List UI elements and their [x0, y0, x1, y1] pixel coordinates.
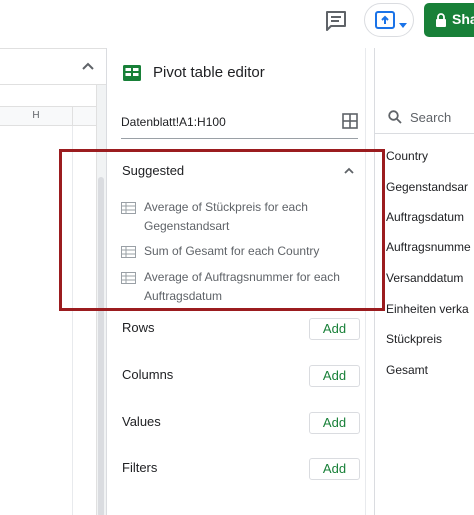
present-icon — [375, 11, 395, 29]
rows-section: Rows Add — [122, 318, 360, 340]
present-button[interactable] — [364, 3, 414, 37]
field-search — [375, 100, 474, 134]
field-item[interactable]: Gesamt — [386, 363, 428, 377]
chevron-down-icon — [399, 17, 407, 28]
field-item[interactable]: Country — [386, 149, 428, 163]
add-rows-button[interactable]: Add — [309, 318, 360, 340]
comment-icon[interactable] — [322, 8, 350, 32]
search-icon — [388, 110, 402, 124]
field-item[interactable]: Auftragsdatum — [386, 210, 464, 224]
highlight-box — [59, 149, 385, 311]
field-item[interactable]: Einheiten verka — [386, 302, 469, 316]
columns-label: Columns — [122, 367, 174, 382]
column-header-h[interactable]: H — [0, 110, 72, 121]
field-list-panel: Country Gegenstandsar Auftragsdatum Auft… — [374, 48, 474, 515]
add-filters-button[interactable]: Add — [309, 458, 360, 480]
data-range-field[interactable]: Datenblatt!A1:H100 — [121, 113, 358, 139]
add-values-button[interactable]: Add — [309, 412, 360, 434]
rows-label: Rows — [122, 320, 155, 335]
field-item[interactable]: Versanddatum — [386, 271, 463, 285]
editor-title: Pivot table editor — [153, 64, 265, 81]
add-columns-button[interactable]: Add — [309, 365, 360, 387]
filters-section: Filters Add — [122, 458, 360, 480]
lock-icon — [434, 13, 448, 27]
data-range-value: Datenblatt!A1:H100 — [121, 115, 226, 129]
field-item[interactable]: Gegenstandsar — [386, 180, 468, 194]
filters-label: Filters — [122, 460, 158, 475]
field-item[interactable]: Auftragsnumme — [386, 240, 471, 254]
column-header-row: H — [0, 106, 96, 127]
search-input[interactable] — [410, 106, 474, 128]
select-range-icon[interactable] — [342, 113, 358, 129]
values-label: Values — [122, 414, 161, 429]
columns-section: Columns Add — [122, 365, 360, 387]
field-item[interactable]: Stückpreis — [386, 332, 442, 346]
top-bar: Sha — [0, 0, 474, 48]
column-separator — [72, 107, 73, 127]
collapse-toolbar-icon[interactable] — [79, 58, 97, 76]
sheets-table-icon — [123, 65, 141, 81]
share-button[interactable]: Sha — [424, 3, 474, 37]
share-label: Sha — [452, 11, 474, 27]
values-section: Values Add — [122, 412, 360, 434]
